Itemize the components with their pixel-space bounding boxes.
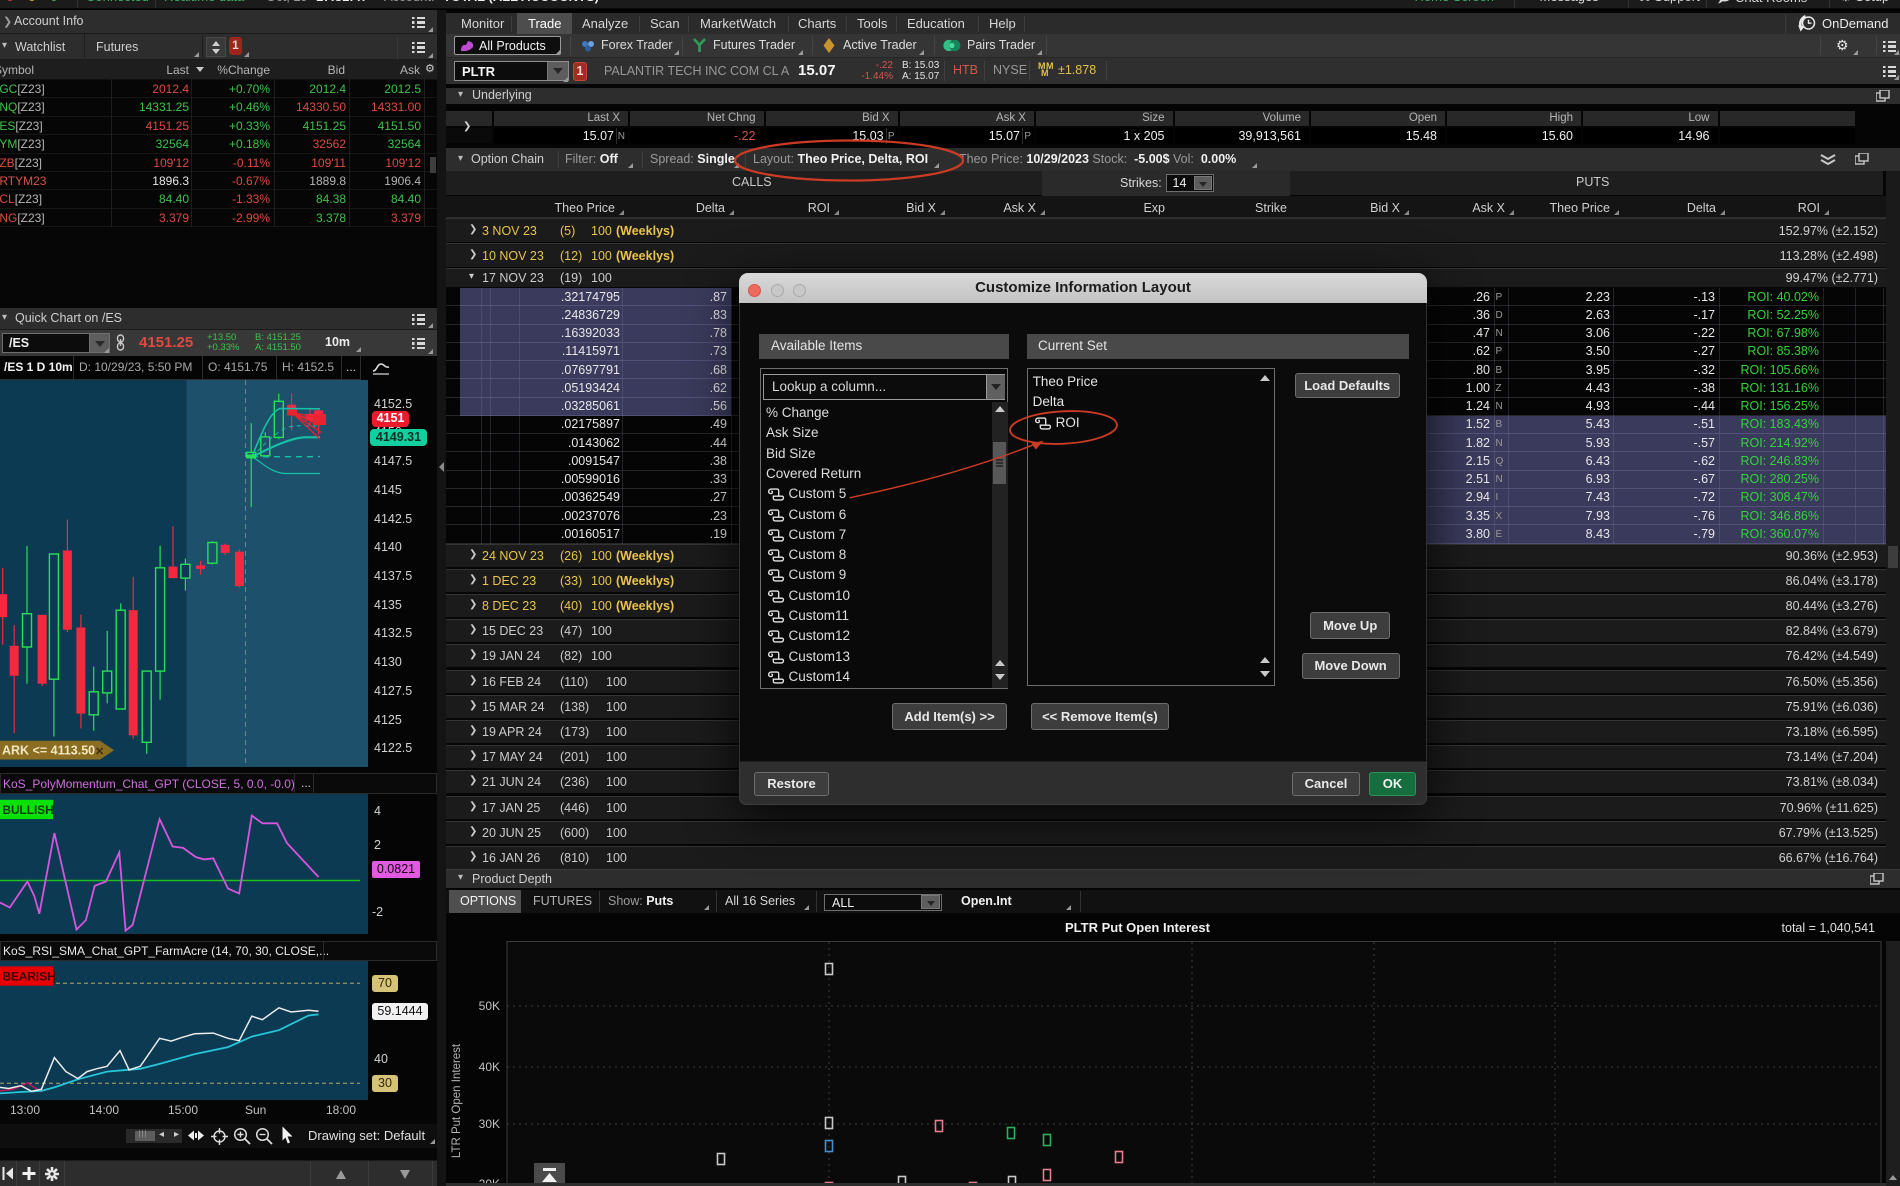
svg-text:BULLISH: BULLISH: [3, 803, 54, 817]
svg-text:BEARISH: BEARISH: [3, 970, 56, 984]
svg-text:40K: 40K: [479, 1060, 500, 1074]
svg-text:LTR Put Open Interest: LTR Put Open Interest: [451, 1043, 463, 1158]
svg-text:30K: 30K: [479, 1117, 500, 1131]
svg-text:50K: 50K: [479, 999, 500, 1013]
svg-text:ARK <= 4113.50: ARK <= 4113.50: [2, 744, 95, 758]
svg-text:✕: ✕: [95, 746, 104, 758]
